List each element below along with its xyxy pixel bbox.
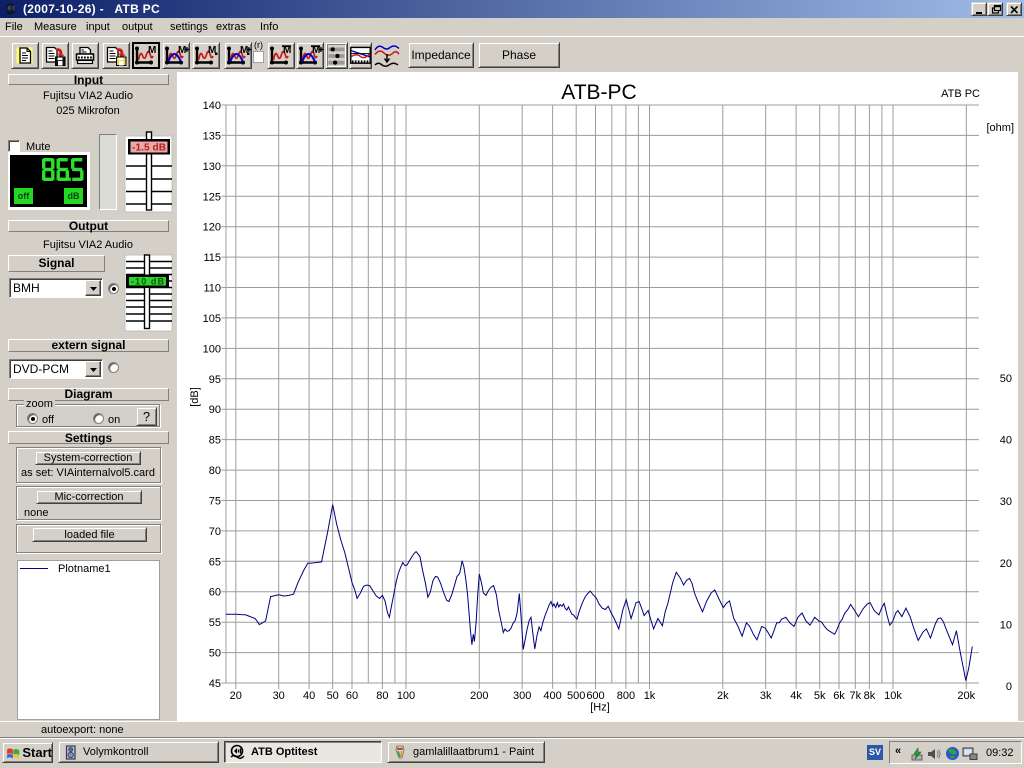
- svg-text:45: 45: [209, 678, 221, 690]
- svg-text:600: 600: [586, 690, 604, 702]
- svg-text:6k: 6k: [833, 690, 845, 702]
- svg-text:70: 70: [209, 526, 221, 538]
- svg-text:50: 50: [209, 648, 221, 660]
- svg-text:120: 120: [203, 222, 221, 234]
- svg-text:105: 105: [203, 313, 221, 325]
- svg-text:500: 500: [567, 690, 585, 702]
- svg-text:-1.5 dB: -1.5 dB: [132, 143, 166, 154]
- svg-text:5k: 5k: [814, 690, 826, 702]
- svg-text:90: 90: [209, 404, 221, 416]
- svg-text:[dB]: [dB]: [189, 387, 201, 407]
- svg-text:80: 80: [209, 465, 221, 477]
- svg-text:ATB-PC: ATB-PC: [561, 81, 636, 104]
- svg-text:135: 135: [203, 130, 221, 142]
- svg-text:60: 60: [346, 690, 358, 702]
- svg-text:115: 115: [203, 252, 221, 264]
- svg-text:800: 800: [617, 690, 635, 702]
- svg-text:40: 40: [303, 690, 315, 702]
- svg-text:140: 140: [203, 100, 221, 112]
- svg-text:130: 130: [203, 161, 221, 173]
- svg-text:85: 85: [209, 435, 221, 447]
- svg-text:55: 55: [209, 617, 221, 629]
- svg-text:30: 30: [273, 690, 285, 702]
- svg-text:20: 20: [1000, 558, 1012, 570]
- svg-text:-10 dB: -10 dB: [131, 277, 165, 287]
- svg-text:95: 95: [209, 374, 221, 386]
- svg-text:10k: 10k: [884, 690, 902, 702]
- svg-text:50: 50: [327, 690, 339, 702]
- svg-text:2k: 2k: [717, 690, 729, 702]
- svg-text:300: 300: [513, 690, 531, 702]
- svg-text:8k: 8k: [864, 690, 876, 702]
- svg-text:200: 200: [470, 690, 488, 702]
- svg-text:3k: 3k: [760, 690, 772, 702]
- svg-text:80: 80: [376, 690, 388, 702]
- svg-text:400: 400: [543, 690, 561, 702]
- svg-text:M: M: [178, 45, 186, 56]
- svg-text:20k: 20k: [957, 690, 975, 702]
- svg-text:40: 40: [1000, 435, 1012, 447]
- svg-text:7k: 7k: [849, 690, 861, 702]
- svg-text:10: 10: [1000, 619, 1012, 631]
- svg-text:20: 20: [230, 690, 242, 702]
- svg-text:[ohm]: [ohm]: [986, 122, 1014, 134]
- svg-text:75: 75: [209, 496, 221, 508]
- svg-text:0: 0: [1006, 681, 1012, 693]
- svg-text:65: 65: [209, 556, 221, 568]
- svg-text:ATB PC: ATB PC: [941, 88, 980, 100]
- svg-text:4k: 4k: [790, 690, 802, 702]
- svg-text:110: 110: [203, 283, 221, 295]
- svg-text:100: 100: [397, 690, 415, 702]
- svg-text:60: 60: [209, 587, 221, 599]
- svg-text:30: 30: [1000, 496, 1012, 508]
- svg-text:100: 100: [203, 343, 221, 355]
- svg-text:1k: 1k: [644, 690, 656, 702]
- svg-text:M: M: [148, 45, 156, 56]
- svg-text:125: 125: [203, 191, 221, 203]
- svg-text:50: 50: [1000, 373, 1012, 385]
- svg-text:[Hz]: [Hz]: [590, 702, 610, 714]
